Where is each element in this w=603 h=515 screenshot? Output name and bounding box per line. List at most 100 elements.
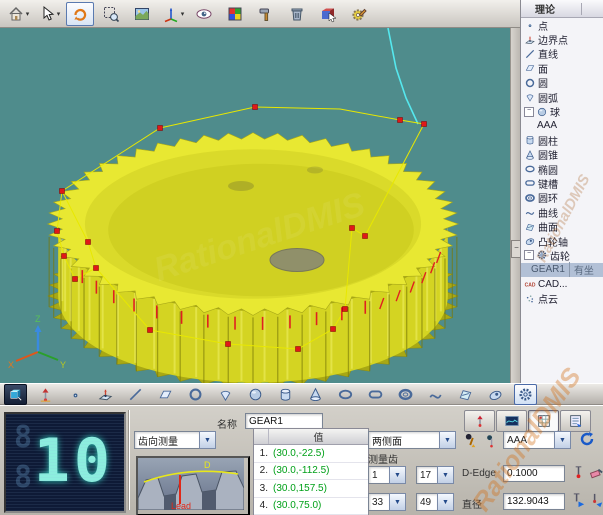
dropdown-arrow-icon[interactable]: ▼ bbox=[439, 431, 456, 449]
probe-dropdown[interactable]: AAA ▼ bbox=[503, 431, 571, 449]
select-cube-button[interactable] bbox=[314, 2, 342, 26]
feature-cone-button[interactable] bbox=[304, 384, 327, 405]
tree-item-[interactable]: 点 bbox=[521, 18, 603, 32]
feature-cylinder-button[interactable] bbox=[274, 384, 297, 405]
feature-ellipse-button[interactable] bbox=[334, 384, 357, 405]
report-list-button[interactable] bbox=[560, 410, 591, 432]
feature-surface-button[interactable] bbox=[454, 384, 477, 405]
probe-point-icon[interactable] bbox=[570, 464, 587, 481]
snapshot-button[interactable] bbox=[128, 2, 156, 26]
tree-item-[interactable]: −齿轮 bbox=[521, 248, 603, 262]
dropdown-arrow-icon[interactable]: ▼ bbox=[199, 431, 216, 449]
dropdown-arrow-icon[interactable]: ▼ bbox=[554, 431, 571, 449]
probe-dropdown-value: AAA bbox=[507, 435, 527, 446]
lcd-scanlines bbox=[6, 414, 124, 511]
tree-item-[interactable]: 曲面 bbox=[521, 219, 603, 233]
feature-plane-button[interactable] bbox=[154, 384, 177, 405]
eraser-edit-icon[interactable] bbox=[588, 464, 603, 481]
tree-item-[interactable]: 圆锥 bbox=[521, 148, 603, 162]
viewport-3d[interactable]: ZXY RationalDMIS bbox=[0, 28, 510, 383]
tooth-selector-1[interactable]: 1 ▼ bbox=[368, 466, 406, 484]
tree-item-[interactable]: −球 bbox=[521, 104, 603, 118]
tooth-selector-3[interactable]: 33 ▼ bbox=[368, 493, 406, 511]
tree-item-aaa[interactable]: AAA bbox=[521, 119, 603, 133]
home-button[interactable]: ▾ bbox=[4, 2, 32, 26]
feature-measure-mode-button[interactable] bbox=[4, 384, 27, 405]
scan-graph-button[interactable] bbox=[496, 410, 527, 432]
feature-curve-button[interactable] bbox=[424, 384, 447, 405]
color-palette-button[interactable] bbox=[221, 2, 249, 26]
feature-arc-button[interactable] bbox=[214, 384, 237, 405]
dropdown-arrow-icon[interactable]: ▼ bbox=[437, 466, 454, 484]
select-cursor-button[interactable]: ▾ bbox=[35, 2, 63, 26]
dropdown-caret-icon[interactable]: ▾ bbox=[26, 10, 30, 18]
tooth-selector-2[interactable]: 17 ▼ bbox=[416, 466, 454, 484]
value-row[interactable]: 2.(30.0,-112.5) bbox=[254, 463, 368, 481]
diameter-input[interactable]: 132.9043 bbox=[503, 493, 565, 510]
feature-boundary-point-button[interactable] bbox=[94, 384, 117, 405]
tooth-selector-4[interactable]: 49 ▼ bbox=[416, 493, 454, 511]
feature-probe-button[interactable] bbox=[34, 384, 57, 405]
tree-item-[interactable]: 面 bbox=[521, 61, 603, 75]
tree-item-[interactable]: 圆 bbox=[521, 76, 603, 90]
tree-item-[interactable]: 曲线 bbox=[521, 205, 603, 219]
dropdown-arrow-icon[interactable]: ▼ bbox=[389, 493, 406, 511]
rotate-view-button[interactable] bbox=[66, 2, 94, 26]
probe-config-button[interactable] bbox=[464, 410, 495, 432]
delete-trash-button[interactable] bbox=[283, 2, 311, 26]
flank-dropdown[interactable]: 两侧面 ▼ bbox=[368, 431, 456, 449]
probe-star-icon[interactable] bbox=[483, 432, 500, 449]
feature-ring-button[interactable] bbox=[394, 384, 417, 405]
tools-hammer-button[interactable] bbox=[252, 2, 280, 26]
feature-circle-button[interactable] bbox=[184, 384, 207, 405]
dropdown-arrow-icon[interactable]: ▼ bbox=[389, 466, 406, 484]
tree-item-[interactable]: 椭圆 bbox=[521, 162, 603, 176]
name-input[interactable]: GEAR1 bbox=[245, 413, 323, 429]
value-row[interactable]: 3.(30.0,157.5) bbox=[254, 480, 368, 498]
tree-item-cad[interactable]: CADCAD... bbox=[521, 277, 603, 291]
tree-item-[interactable]: 点云 bbox=[521, 291, 603, 305]
gear-edit-button[interactable] bbox=[345, 2, 373, 26]
gear-3d-model[interactable]: ZXY bbox=[0, 28, 510, 383]
tree-expander-icon[interactable]: − bbox=[524, 107, 534, 117]
coordinate-cycle-icon[interactable] bbox=[578, 430, 596, 448]
feature-sphere-button[interactable] bbox=[244, 384, 267, 405]
camshaft-icon bbox=[524, 235, 536, 247]
zoom-window-button[interactable] bbox=[97, 2, 125, 26]
tree-expander-icon[interactable]: − bbox=[524, 250, 534, 260]
tree-item-[interactable]: 键槽 bbox=[521, 176, 603, 190]
axes-view-button[interactable]: ▾ bbox=[159, 2, 187, 26]
z-axis-label: Z bbox=[35, 314, 41, 324]
feature-camshaft-button[interactable] bbox=[484, 384, 507, 405]
tree-header[interactable]: 理论 bbox=[521, 0, 603, 18]
tree-item-[interactable]: 边界点 bbox=[521, 32, 603, 46]
dropdown-caret-icon[interactable]: ▾ bbox=[181, 10, 185, 18]
dropdown-caret-icon[interactable]: ▾ bbox=[57, 10, 61, 18]
tree-item-gear1[interactable]: GEAR1有坐 bbox=[521, 263, 603, 277]
dedge-label: D-Edge bbox=[462, 468, 496, 479]
measure-point-marker bbox=[55, 229, 60, 234]
feature-point-button[interactable] bbox=[64, 384, 87, 405]
probe-touch-icon[interactable] bbox=[588, 492, 603, 509]
visibility-eye-button[interactable] bbox=[190, 2, 218, 26]
probe-angle-icon[interactable] bbox=[463, 432, 480, 449]
mode-dropdown[interactable]: 齿向测量 ▼ bbox=[134, 431, 216, 449]
feature-slot-button[interactable] bbox=[364, 384, 387, 405]
tree-item-[interactable]: 圆环 bbox=[521, 191, 603, 205]
dropdown-arrow-icon[interactable]: ▼ bbox=[437, 493, 454, 511]
measure-point-marker bbox=[60, 189, 65, 194]
dedge-input[interactable]: 0.1000 bbox=[503, 465, 565, 482]
value-row[interactable]: 4.(30.0,75.0) bbox=[254, 498, 368, 515]
tree-item-[interactable]: 圆弧 bbox=[521, 90, 603, 104]
value-table[interactable]: 值 1.(30.0,-22.5)2.(30.0,-112.5)3.(30.0,1… bbox=[253, 428, 369, 515]
slot-icon bbox=[367, 386, 384, 403]
tree-item-[interactable]: 直线 bbox=[521, 47, 603, 61]
feature-line-button[interactable] bbox=[124, 384, 147, 405]
row-value: (30.0,-22.5) bbox=[270, 448, 325, 459]
tree-item-[interactable]: 凸轮轴 bbox=[521, 234, 603, 248]
tree-item-[interactable]: 圆柱 bbox=[521, 133, 603, 147]
table-view-button[interactable] bbox=[528, 410, 559, 432]
feature-gear-button[interactable] bbox=[514, 384, 537, 405]
value-row[interactable]: 1.(30.0,-22.5) bbox=[254, 445, 368, 463]
probe-play-icon[interactable] bbox=[570, 492, 587, 509]
